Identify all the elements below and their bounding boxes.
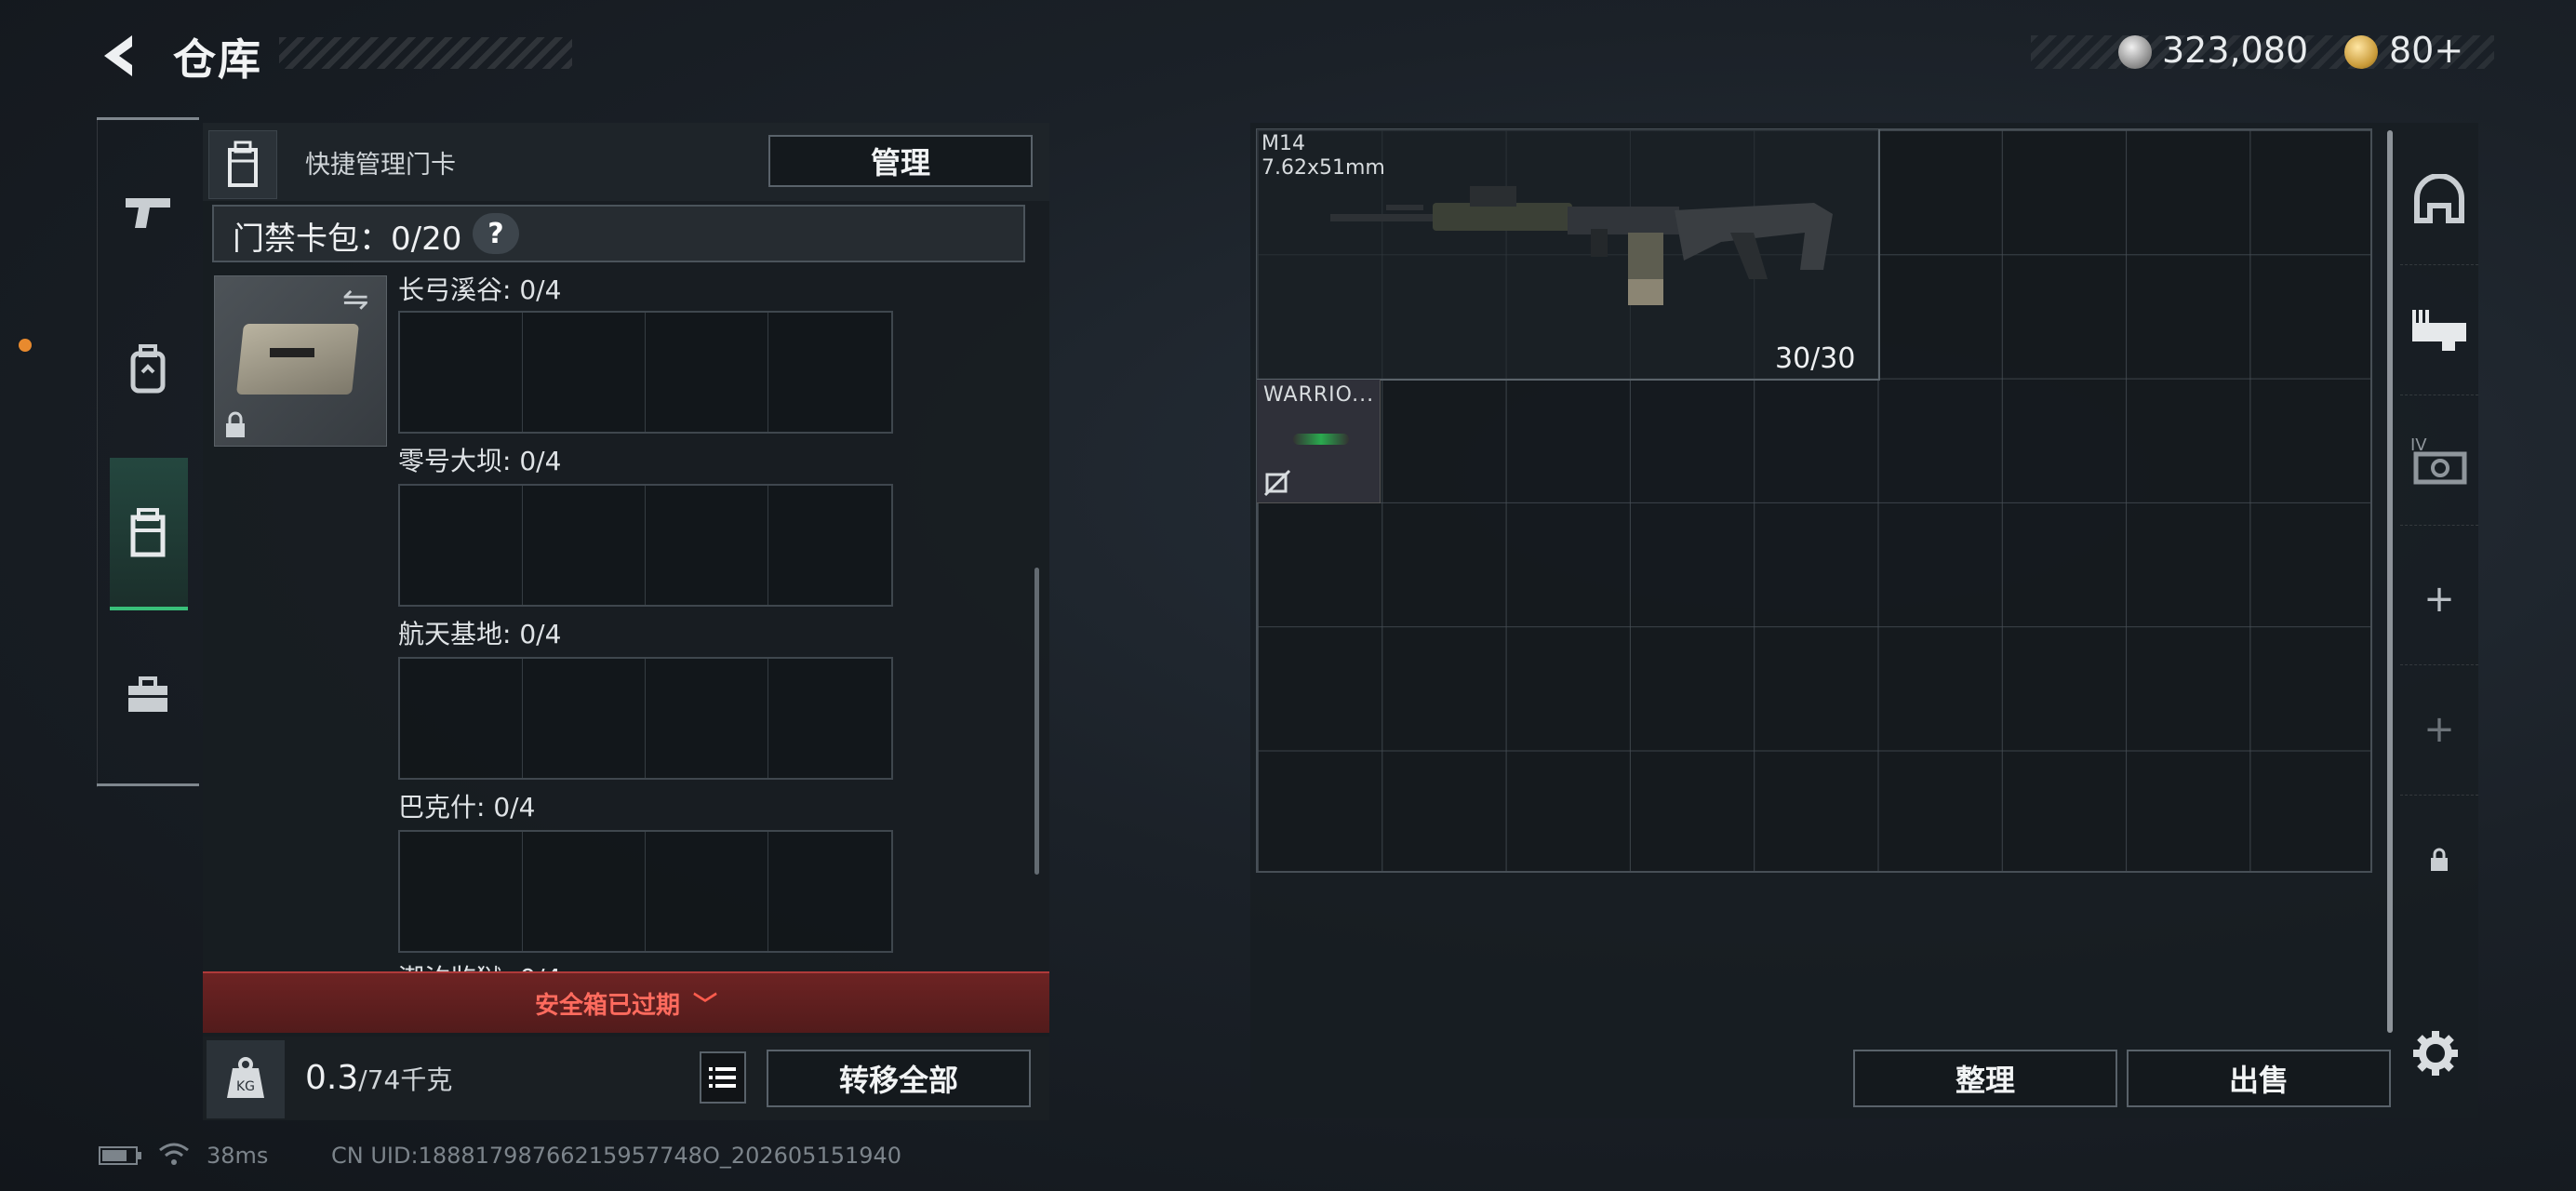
rail-armor[interactable]: IV	[2400, 395, 2478, 526]
manage-button[interactable]: 管理	[768, 135, 1033, 187]
map-label-dam: 零号大坝: 0/4	[398, 446, 562, 476]
silver-amount: 323,080	[2162, 30, 2309, 71]
card-holder-icon	[130, 508, 166, 557]
ping-readout: 38ms	[207, 1143, 269, 1169]
rig-icon	[2412, 310, 2466, 351]
title-decoration	[279, 37, 572, 69]
card-slots-bakesh[interactable]	[398, 830, 893, 953]
card-slots-changgong[interactable]	[398, 311, 893, 434]
rail-tab-weapons[interactable]	[97, 141, 199, 281]
transfer-all-button[interactable]: 转移全部	[767, 1050, 1031, 1107]
pistol-icon	[126, 198, 170, 228]
card-slots-space[interactable]	[398, 657, 893, 780]
rail-locked[interactable]	[2400, 795, 2478, 925]
chevron-down-icon: ﹀	[693, 991, 718, 1020]
weight-capacity: /74千克	[358, 1064, 453, 1095]
map-label-changgong: 长弓溪谷: 0/4	[398, 274, 562, 305]
list-view-button[interactable]	[700, 1051, 746, 1104]
item-m14-name: M14 7.62x51mm	[1261, 132, 1385, 181]
keycard-image	[236, 324, 359, 395]
weight-value: 0.3	[305, 1059, 359, 1097]
rail-tab-toolbox[interactable]	[97, 625, 199, 765]
left-scrollbar[interactable]	[1034, 568, 1039, 875]
card-slots-dam[interactable]	[398, 484, 893, 607]
rail-helmet[interactable]	[2400, 134, 2478, 265]
notification-dot	[19, 339, 32, 352]
keycard-strip	[270, 348, 314, 357]
svg-text:KG: KG	[236, 1079, 255, 1094]
m14-rifle-image	[1330, 186, 1833, 305]
backpack-icon	[130, 344, 166, 394]
battery-icon	[99, 1146, 141, 1165]
card-bag-count: 门禁卡包：0/20	[233, 221, 462, 258]
back-arrow-icon[interactable]	[93, 28, 149, 84]
uid-readout: CN UID:18881798766215957748O_20260515194…	[331, 1143, 902, 1169]
quick-manage-label: 快捷管理门卡	[305, 151, 456, 180]
map-label-bakesh: 巴克什: 0/4	[398, 792, 536, 823]
gold-amount[interactable]: 80+	[2389, 30, 2463, 71]
rail-rig[interactable]	[2400, 264, 2478, 395]
silver-coin-icon	[2118, 35, 2152, 69]
card-holder-badge	[208, 130, 277, 199]
rail-add-1[interactable]: +	[2400, 534, 2478, 665]
rail-add-2[interactable]: +	[2400, 664, 2478, 796]
lock-icon	[226, 411, 245, 437]
toolbox-icon	[128, 676, 167, 712]
gold-coin-icon	[2344, 35, 2378, 69]
helmet-icon	[2414, 174, 2464, 223]
weapon-ammo: 30/30	[1775, 342, 1856, 375]
secure-box-expired-bar[interactable]: 安全箱已过期 ﹀	[203, 971, 1049, 1033]
unequipped-icon	[1263, 469, 1291, 497]
expired-label: 安全箱已过期	[534, 991, 680, 1020]
armor-icon: IV	[2410, 435, 2467, 485]
plus-icon: +	[2423, 708, 2455, 751]
rail-tab-backpack[interactable]	[97, 300, 199, 439]
rail-tab-card-holder[interactable]	[97, 463, 199, 603]
page-title: 仓库	[173, 34, 262, 85]
plus-icon: +	[2423, 578, 2455, 621]
rail-bottom-divider	[97, 783, 199, 786]
card-holder-icon	[228, 141, 258, 187]
list-icon	[709, 1067, 736, 1088]
gear-icon[interactable]	[2411, 1029, 2460, 1077]
map-label-space: 航天基地: 0/4	[398, 619, 562, 649]
sort-button[interactable]: 整理	[1853, 1050, 2117, 1107]
weight-readout: 0.3/74千克	[305, 1059, 452, 1097]
swap-icon[interactable]: ⇋	[342, 281, 369, 318]
help-button[interactable]: ?	[473, 213, 519, 254]
stash-scrollbar[interactable]	[2387, 130, 2393, 1033]
lock-icon	[2431, 848, 2448, 871]
scope-image	[1293, 434, 1349, 445]
weapon-name: M14	[1261, 132, 1305, 155]
weight-icon: KG	[227, 1057, 264, 1098]
sell-button[interactable]: 出售	[2127, 1050, 2391, 1107]
card-holder-panel	[203, 123, 1049, 1118]
wifi-icon	[159, 1143, 189, 1165]
attachment-name: WARRIO...	[1263, 383, 1375, 407]
weight-badge: KG	[207, 1040, 285, 1118]
